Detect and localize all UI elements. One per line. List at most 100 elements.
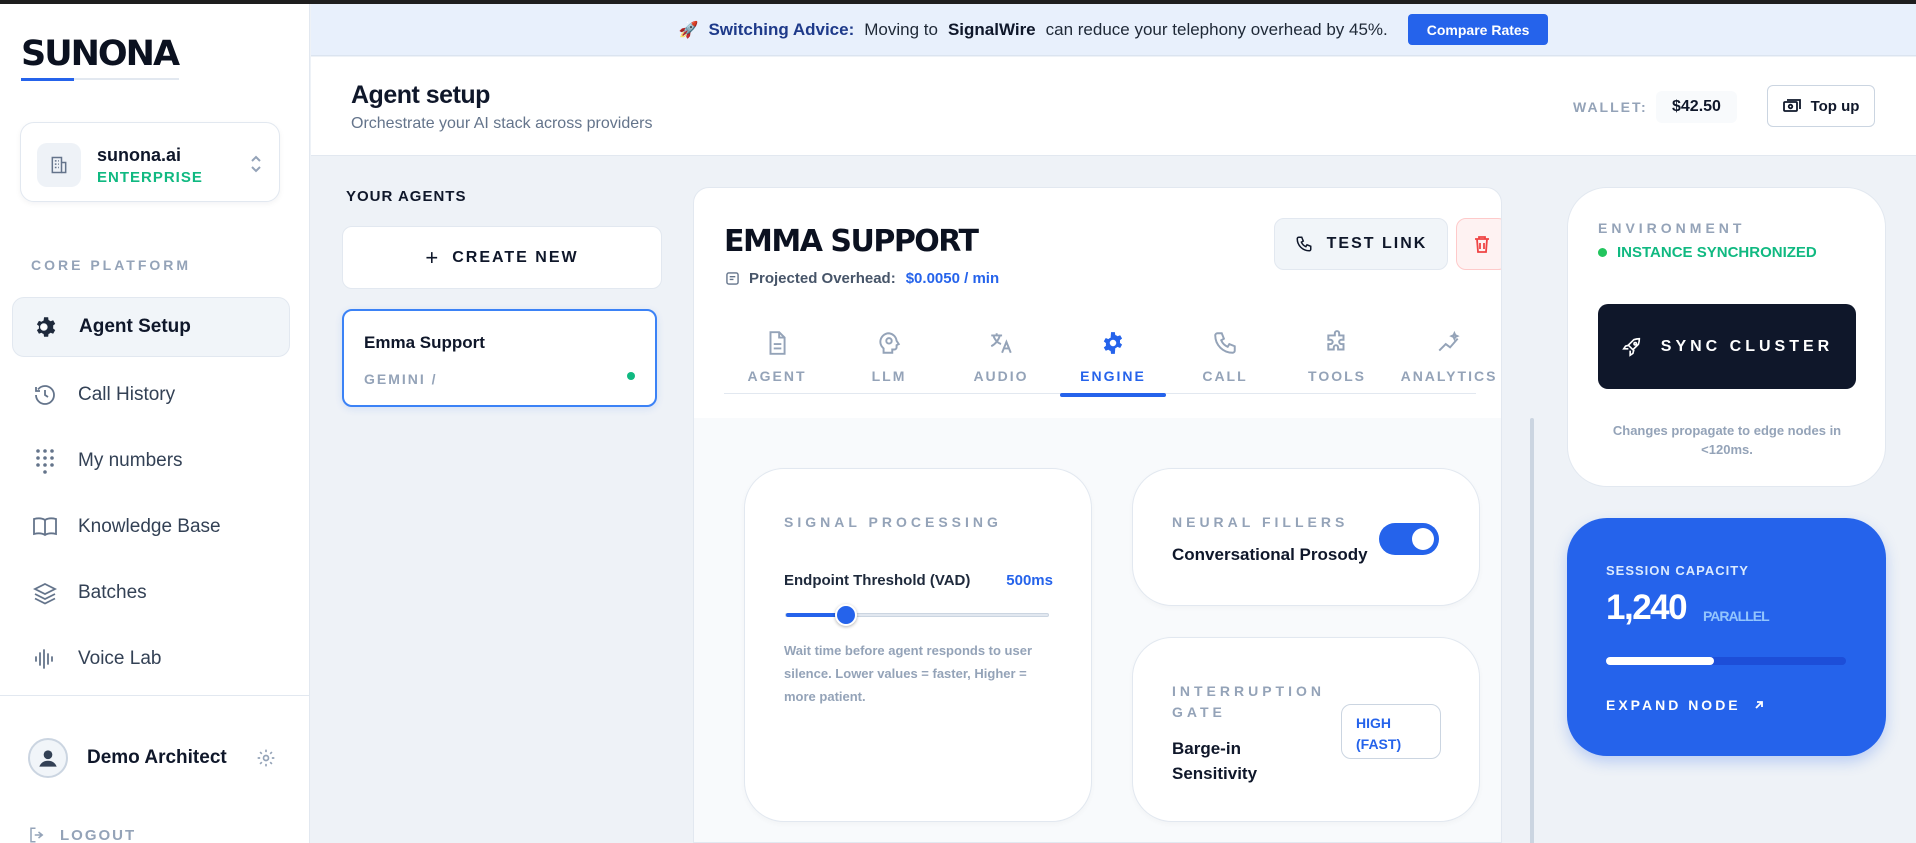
chevron-up-down-icon xyxy=(251,155,261,173)
sparkle-chart-icon xyxy=(1438,330,1460,352)
tab-audio[interactable]: AUDIO xyxy=(948,328,1054,394)
overhead-label: Projected Overhead: xyxy=(749,270,896,287)
overhead-value: $0.0050 / min xyxy=(905,270,1000,287)
book-icon xyxy=(32,514,58,540)
top-up-label: Top up xyxy=(1810,97,1860,115)
switching-advice-banner: 🚀 Switching Advice: Moving to SignalWire… xyxy=(311,4,1916,56)
create-agent-button[interactable]: + CREATE NEW xyxy=(342,226,662,289)
sidebar-item-label: Agent Setup xyxy=(79,316,191,337)
tab-engine[interactable]: ENGINE xyxy=(1060,328,1166,397)
dialpad-icon xyxy=(32,448,58,474)
org-name: sunona.ai xyxy=(97,145,182,165)
sensitivity-select[interactable]: HIGH (FAST) xyxy=(1341,704,1441,759)
logo-underline xyxy=(21,78,179,81)
status-dot xyxy=(1598,248,1607,257)
phone-icon xyxy=(1296,236,1312,252)
sidebar: SUNONA sunona.ai ENTERPRISE CORE PLATFOR… xyxy=(0,4,310,843)
nav-section-label: CORE PLATFORM xyxy=(31,257,192,273)
status-dot xyxy=(627,372,635,380)
interruption-title: Barge-in Sensitivity xyxy=(1172,739,1258,783)
sidebar-item-label: Voice Lab xyxy=(78,648,162,669)
vad-value: 500ms xyxy=(1006,572,1053,589)
plus-icon: + xyxy=(425,244,441,270)
panel-scrollbar[interactable] xyxy=(1530,418,1534,843)
sidebar-divider xyxy=(0,695,310,696)
tab-label: ANALYTICS xyxy=(1400,368,1498,384)
phone-icon xyxy=(1214,332,1236,354)
sidebar-item-label: Call History xyxy=(78,384,176,405)
tab-label: AUDIO xyxy=(973,368,1029,384)
rocket-icon xyxy=(1621,337,1640,357)
neural-fillers-title: Conversational Prosody xyxy=(1172,545,1368,564)
gear-icon[interactable] xyxy=(256,748,276,768)
projected-overhead: Projected Overhead: $0.0050 / min xyxy=(726,270,999,287)
receipt-icon xyxy=(726,272,739,285)
tab-label: LLM xyxy=(871,368,907,384)
agent-name: Emma Support xyxy=(364,333,485,352)
tab-llm[interactable]: LLM xyxy=(836,328,942,394)
banner-provider: SignalWire xyxy=(947,19,1036,39)
trash-icon xyxy=(1475,236,1489,253)
logout-button[interactable]: LOGOUT xyxy=(28,826,136,843)
wallet-label: WALLET: xyxy=(1573,99,1648,115)
capacity-unit: PARALLEL xyxy=(1703,608,1770,624)
capacity-value: 1,240 xyxy=(1606,588,1688,627)
avatar[interactable] xyxy=(28,738,68,778)
sidebar-item-knowledge-base[interactable]: Knowledge Base xyxy=(12,497,290,557)
create-agent-label: CREATE NEW xyxy=(452,248,579,266)
sidebar-item-agent-setup[interactable]: Agent Setup xyxy=(12,297,290,357)
sidebar-item-batches[interactable]: Batches xyxy=(12,563,290,623)
tab-analytics[interactable]: ANALYTICS xyxy=(1396,328,1501,394)
environment-card: ENVIRONMENT INSTANCE SYNCHRONIZED SYNC C… xyxy=(1567,187,1886,487)
agent-tabs: AGENT LLM AUDIO ENGINE CALL TOOLS ANALYT… xyxy=(724,328,1495,397)
tab-label: ENGINE xyxy=(1080,368,1146,384)
card-label: ENVIRONMENT xyxy=(1598,220,1746,236)
sync-cluster-label: SYNC CLUSTER xyxy=(1660,337,1834,355)
top-up-button[interactable]: Top up xyxy=(1767,85,1875,127)
banner-text-before: Moving to xyxy=(864,19,938,39)
logout-label: LOGOUT xyxy=(60,826,137,843)
slider-thumb[interactable] xyxy=(835,604,858,626)
sidebar-item-label: Batches xyxy=(78,582,147,603)
vad-slider[interactable] xyxy=(785,604,1049,626)
tab-call[interactable]: CALL xyxy=(1172,328,1278,394)
neural-fillers-card: NEURAL FILLERS Conversational Prosody xyxy=(1132,468,1480,606)
compare-rates-button[interactable]: Compare Rates xyxy=(1407,14,1549,45)
history-icon xyxy=(32,382,58,408)
agent-title: EMMA SUPPORT xyxy=(724,224,979,259)
sidebar-item-my-numbers[interactable]: My numbers xyxy=(12,431,290,491)
test-link-button[interactable]: TEST LINK xyxy=(1274,218,1448,270)
waveform-icon xyxy=(32,646,58,672)
document-icon xyxy=(769,331,786,355)
agent-list-item[interactable]: Emma Support GEMINI / xyxy=(342,309,657,407)
sidebar-item-call-history[interactable]: Call History xyxy=(12,365,290,425)
sync-status: INSTANCE SYNCHRONIZED xyxy=(1598,244,1817,261)
tab-agent[interactable]: AGENT xyxy=(724,328,830,394)
brain-icon xyxy=(879,332,901,354)
agent-model: GEMINI / xyxy=(364,371,438,387)
delete-agent-button[interactable] xyxy=(1456,218,1501,270)
sidebar-item-voice-lab[interactable]: Voice Lab xyxy=(12,629,290,689)
sync-cluster-button[interactable]: SYNC CLUSTER xyxy=(1598,304,1856,389)
gear-icon xyxy=(33,314,59,340)
sync-note: Changes propagate to edge nodes in <120m… xyxy=(1612,423,1842,457)
expand-node-label: EXPAND NODE xyxy=(1606,697,1741,713)
wallet-balance: $42.50 xyxy=(1656,91,1737,123)
tab-tools[interactable]: TOOLS xyxy=(1284,328,1390,394)
brand-logo[interactable]: SUNONA xyxy=(21,34,180,74)
cash-icon xyxy=(1782,99,1801,112)
gear-icon xyxy=(1103,332,1123,354)
capacity-label: SESSION CAPACITY xyxy=(1606,563,1749,578)
sidebar-item-label: My numbers xyxy=(78,450,183,471)
agents-section-label: YOUR AGENTS xyxy=(346,188,467,205)
user-name: Demo Architect xyxy=(87,747,227,768)
rocket-icon: 🚀 xyxy=(678,21,699,39)
expand-node-button[interactable]: EXPAND NODE xyxy=(1606,697,1765,713)
prosody-toggle[interactable] xyxy=(1379,523,1439,555)
tab-label: TOOLS xyxy=(1308,368,1366,384)
sync-status-label: INSTANCE SYNCHRONIZED xyxy=(1617,244,1817,261)
arrow-up-right-icon xyxy=(1755,701,1763,709)
org-switcher[interactable]: sunona.ai ENTERPRISE xyxy=(20,122,280,202)
capacity-bar-fill xyxy=(1606,657,1714,665)
tab-label: CALL xyxy=(1202,368,1248,384)
